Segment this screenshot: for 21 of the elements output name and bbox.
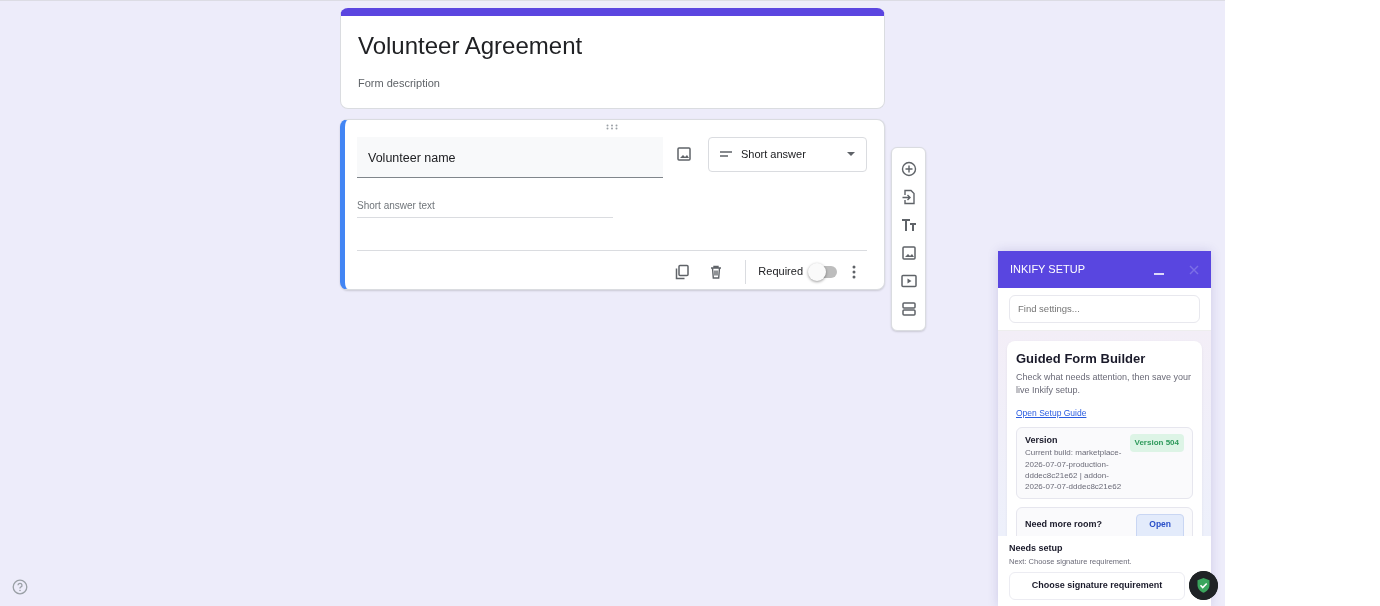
status-title: Needs setup — [1009, 542, 1064, 555]
open-larger-button[interactable]: Open — [1136, 514, 1184, 536]
guide-title: Guided Form Builder — [1016, 351, 1147, 367]
setup-guide-link[interactable]: Open Setup Guide — [1016, 407, 1087, 418]
settings-search-field[interactable]: Find settings... — [1009, 295, 1200, 324]
build-details: Current build: marketplace-2026-07-07-production-dddec8c21e62 | addon-2026-07-07-dddec8c21e62 — [1025, 447, 1123, 493]
signature-requirement-button[interactable]: Choose signature requirement — [1009, 571, 1185, 600]
required-toggle[interactable] — [811, 265, 837, 278]
panel-title: INKIFY SETUP — [1010, 262, 1085, 278]
version-label: Version — [1025, 433, 1059, 447]
question-type-dropdown[interactable]: Short answer — [708, 136, 867, 172]
room-title: Need more room? — [1025, 518, 1102, 532]
required-label: Required — [758, 264, 803, 280]
form-title[interactable]: Volunteer Agreement — [358, 30, 867, 62]
form-description[interactable]: Form description — [358, 75, 867, 92]
drag-handle-icon[interactable] — [606, 123, 618, 130]
version-badge: Version 504 — [1129, 433, 1184, 452]
short-answer-icon — [719, 149, 733, 160]
question-title-field[interactable]: Volunteer name — [357, 136, 663, 178]
guide-text: Check what needs attention, then save your live Inkify setup. — [1016, 370, 1193, 397]
dropdown-caret-icon — [846, 151, 856, 158]
